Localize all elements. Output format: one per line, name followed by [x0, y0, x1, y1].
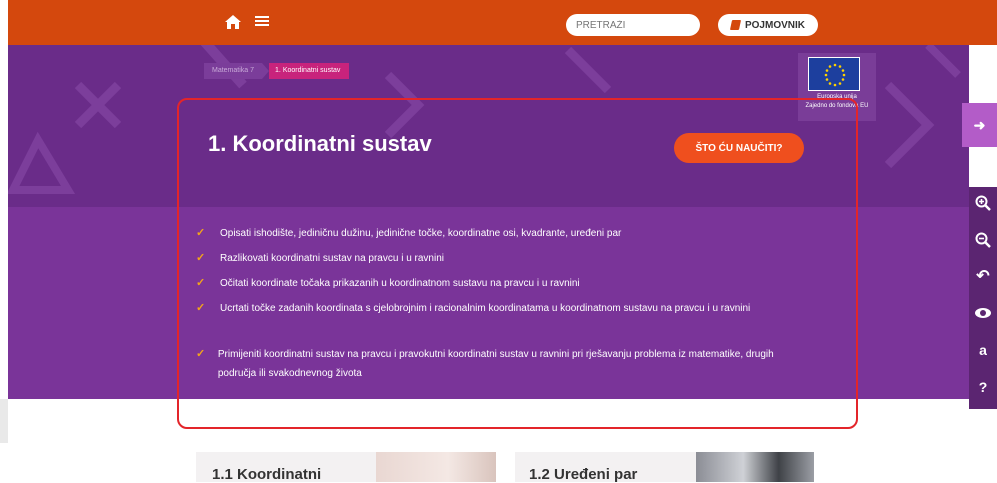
contrast-button[interactable] — [969, 300, 997, 326]
help-icon: ? — [978, 379, 988, 395]
eye-icon — [975, 308, 991, 318]
card-image — [696, 452, 814, 482]
breadcrumb: Matematika 7 1. Koordinatni sustav — [204, 63, 350, 79]
card-title: 1.1 Koordinatni — [212, 466, 322, 483]
lesson-card[interactable]: 1.2 Uređeni par — [515, 452, 696, 483]
zoom-in-icon — [975, 195, 991, 211]
menu-icon[interactable] — [254, 13, 274, 33]
lesson-card[interactable]: 1.1 Koordinatni — [196, 452, 376, 483]
accessibility-toolbar: ↶ a ? — [969, 187, 997, 409]
card-title: 1.2 Uređeni par — [529, 466, 638, 483]
breadcrumb-separator — [262, 63, 270, 79]
zoom-out-icon — [975, 232, 991, 248]
glossary-button[interactable]: POJMOVNIK — [718, 14, 818, 36]
eu-flag-icon — [808, 57, 860, 91]
font-button[interactable]: a — [969, 337, 997, 363]
undo-icon: ↶ — [976, 268, 990, 285]
breadcrumb-parent[interactable]: Matematika 7 — [204, 63, 263, 79]
zoom-out-button[interactable] — [969, 227, 997, 253]
search-input[interactable] — [566, 14, 700, 36]
glossary-label: POJMOVNIK — [744, 19, 805, 31]
help-button[interactable]: ? — [969, 374, 997, 400]
top-navigation-bar: POJMOVNIK — [8, 0, 997, 45]
breadcrumb-current: 1. Koordinatni sustav — [269, 63, 350, 79]
next-section-button[interactable]: ➜ — [962, 103, 997, 147]
reset-button[interactable]: ↶ — [969, 263, 997, 289]
font-label: a — [979, 342, 987, 358]
side-strip — [0, 399, 8, 443]
home-icon[interactable] — [224, 13, 244, 33]
arrow-right-icon: ➜ — [973, 116, 986, 133]
highlight-box — [177, 98, 858, 429]
card-image — [376, 452, 496, 482]
book-icon — [729, 20, 742, 30]
zoom-in-button[interactable] — [969, 190, 997, 216]
